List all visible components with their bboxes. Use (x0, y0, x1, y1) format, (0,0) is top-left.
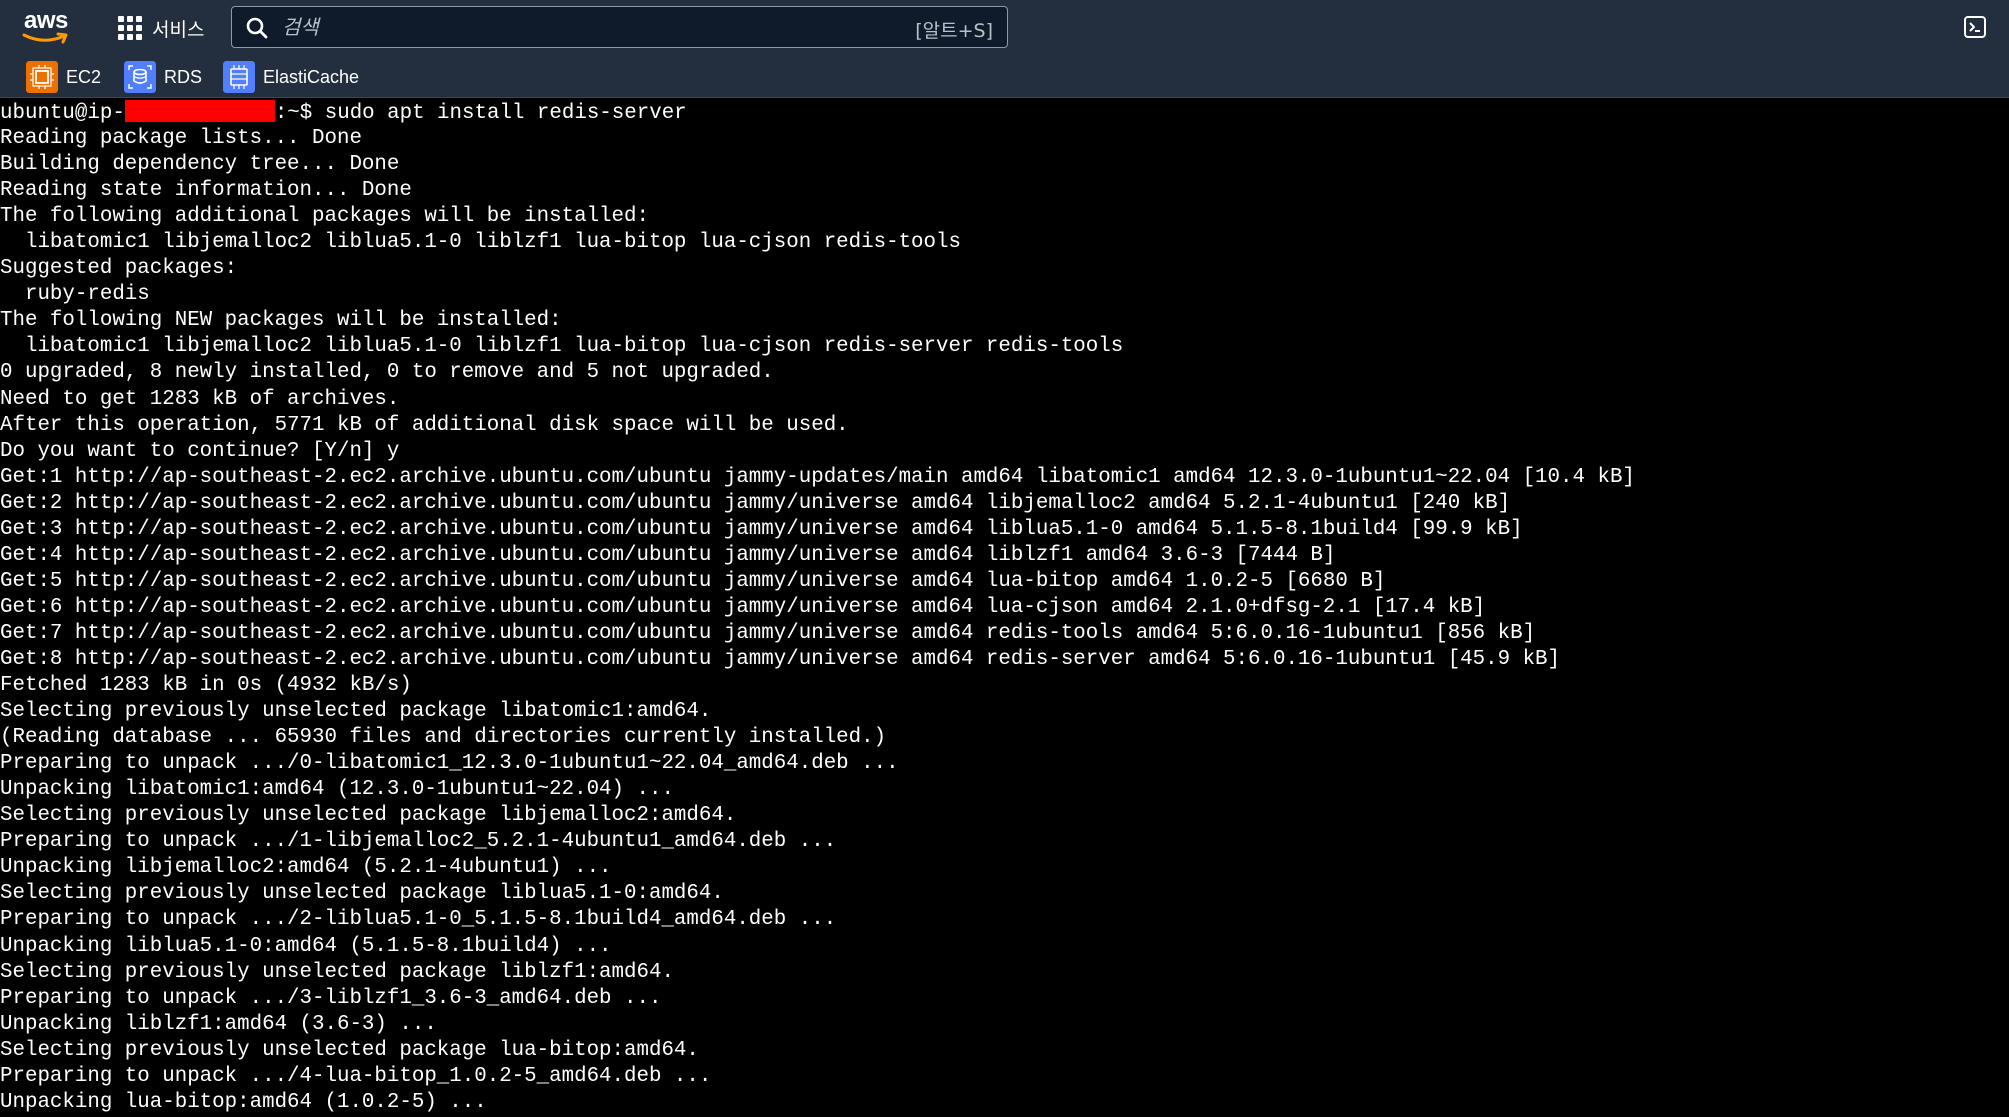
terminal-line: Get:8 http://ap-southeast-2.ec2.archive.… (0, 647, 1561, 671)
terminal-line: Selecting previously unselected package … (0, 804, 737, 828)
terminal-line: The following additional packages will b… (0, 205, 649, 229)
grid-icon (118, 16, 142, 40)
terminal-line: Reading package lists... Done (0, 127, 362, 151)
favorite-ec2-label: EC2 (66, 66, 102, 87)
terminal-line: Fetched 1283 kB in 0s (4932 kB/s) (0, 674, 412, 698)
ec2-icon (26, 61, 58, 93)
terminal-line: ruby-redis (0, 283, 150, 307)
services-label: 서비스 (152, 19, 205, 41)
terminal-line: (Reading database ... 65930 files and di… (0, 726, 887, 750)
services-menu-button[interactable]: 서비스 (118, 12, 204, 44)
terminal-line: Selecting previously unselected package … (0, 1038, 699, 1062)
favorite-elasticache-label: ElastiCache (263, 66, 360, 87)
aws-top-nav: aws 서비스 [알트+S] (0, 0, 2009, 56)
search-icon (246, 17, 268, 39)
terminal-line: Selecting previously unselected package … (0, 882, 724, 906)
terminal-line: Need to get 1283 kB of archives. (0, 387, 400, 411)
terminal-line: Get:4 http://ap-southeast-2.ec2.archive.… (0, 543, 1336, 567)
terminal-output[interactable]: ubuntu@ip- :~$ sudo apt install redis-ser… (0, 100, 2009, 1117)
terminal-line: Unpacking libjemalloc2:amd64 (5.2.1-4ubu… (0, 856, 612, 880)
terminal-line: Get:5 http://ap-southeast-2.ec2.archive.… (0, 569, 1386, 593)
terminal-line: Reading state information... Done (0, 179, 412, 203)
terminal-line: Get:3 http://ap-southeast-2.ec2.archive.… (0, 517, 1523, 541)
terminal-line: Building dependency tree... Done (0, 153, 400, 177)
favorite-elasticache[interactable]: ElastiCache (223, 61, 359, 93)
prompt-user: ubuntu@ip- (0, 102, 125, 125)
elasticache-icon (223, 61, 255, 93)
terminal-line: Unpacking libatomic1:amd64 (12.3.0-1ubun… (0, 778, 674, 802)
terminal-line: Selecting previously unselected package … (0, 700, 712, 724)
terminal-line: Preparing to unpack .../3-liblzf1_3.6-3_… (0, 986, 662, 1010)
terminal-lines: Reading package lists... Done Building de… (0, 126, 2009, 1116)
aws-logo-text: aws (24, 7, 68, 34)
terminal-prompt-line: ubuntu@ip- :~$ sudo apt install redis-ser… (0, 100, 2009, 126)
prompt-command: :~$ sudo apt install redis-server (274, 102, 687, 125)
terminal-line: Preparing to unpack .../1-libjemalloc2_5… (0, 830, 837, 854)
terminal-line: Preparing to unpack .../2-liblua5.1-0_5.… (0, 908, 837, 932)
terminal-line: After this operation, 5771 kB of additio… (0, 413, 849, 437)
terminal-line: 0 upgraded, 8 newly installed, 0 to remo… (0, 361, 774, 385)
terminal-line: Get:7 http://ap-southeast-2.ec2.archive.… (0, 621, 1536, 645)
favorites-bar: EC2 RDS ElastiCache (0, 56, 2009, 98)
aws-smile-icon (22, 32, 68, 44)
aws-logo[interactable]: aws (22, 8, 72, 46)
terminal-line: Suggested packages: (0, 257, 238, 281)
terminal-line: Preparing to unpack .../0-libatomic1_12.… (0, 752, 899, 776)
terminal-line: Preparing to unpack .../4-lua-bitop_1.0.… (0, 1064, 712, 1088)
rds-icon (124, 61, 156, 93)
search-box[interactable]: [알트+S] (231, 6, 1008, 48)
terminal-line: Do you want to continue? [Y/n] y (0, 439, 400, 463)
terminal-line: Get:2 http://ap-southeast-2.ec2.archive.… (0, 491, 1511, 515)
terminal-line: libatomic1 libjemalloc2 liblua5.1-0 libl… (0, 231, 961, 255)
terminal-line: The following NEW packages will be insta… (0, 309, 562, 333)
search-input[interactable] (282, 7, 882, 47)
terminal-line: Get:1 http://ap-southeast-2.ec2.archive.… (0, 465, 1635, 489)
terminal-line: Selecting previously unselected package … (0, 960, 674, 984)
search-shortcut-hint: [알트+S] (915, 20, 993, 42)
terminal-line: Unpacking lua-bitop:amd64 (1.0.2-5) ... (0, 1090, 487, 1114)
favorite-ec2[interactable]: EC2 (26, 61, 101, 93)
cloudshell-icon[interactable] (1963, 15, 1987, 39)
terminal-line: Get:6 http://ap-southeast-2.ec2.archive.… (0, 595, 1486, 619)
terminal-line: libatomic1 libjemalloc2 liblua5.1-0 libl… (0, 335, 1124, 359)
redacted-hostname (124, 100, 275, 122)
favorite-rds-label: RDS (164, 66, 203, 87)
terminal-line: Unpacking liblzf1:amd64 (3.6-3) ... (0, 1012, 437, 1036)
terminal-line: Unpacking liblua5.1-0:amd64 (5.1.5-8.1bu… (0, 934, 612, 958)
favorite-rds[interactable]: RDS (124, 61, 202, 93)
